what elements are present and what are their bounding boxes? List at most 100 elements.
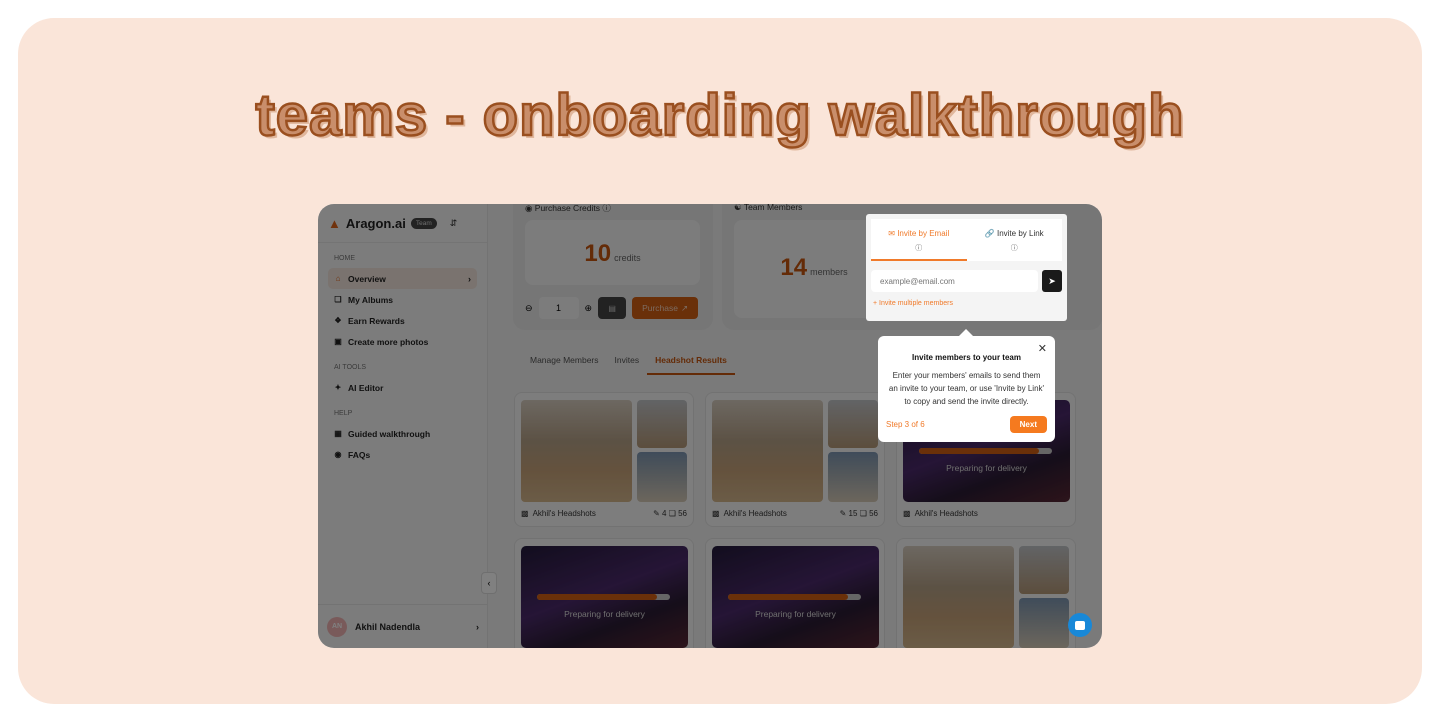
album-icon: ▩ [521,509,529,518]
tab-manage-members[interactable]: Manage Members [522,352,607,375]
info-icon: ⓘ [1010,245,1018,252]
sidebar-section-label: HOME [334,255,355,262]
headshot-photo[interactable] [903,546,1014,648]
sidebar-item-ai-editor[interactable]: ✦ AI Editor [328,377,477,398]
progress-bar [728,594,861,600]
album-icon: ▩ [903,509,911,518]
invite-multiple-members-link[interactable]: + Invite multiple members [871,300,1062,307]
headshot-photo[interactable] [828,452,878,502]
team-badge: Team [410,217,437,229]
purchase-label-text: Purchase Credits [534,204,600,213]
album-name: Akhil's Headshots [532,509,596,518]
photo-count: 56 [869,509,878,518]
edit-count: 15 [848,509,858,518]
info-icon: ⓘ [602,204,611,213]
sidebar-item-guided-walkthrough[interactable]: ▦ Guided walkthrough [328,423,477,444]
status-text: Preparing for delivery [946,463,1027,473]
sidebar-item-label: Create more photos [348,336,429,347]
sidebar-item-label: FAQs [348,449,371,460]
users-icon: ☯ [734,204,744,212]
credits-count: 10 [584,240,612,267]
purchase-credits-label: ◉ Purchase Credits ⓘ [525,204,611,214]
headshot-photo[interactable] [637,452,687,502]
pending-preview: Preparing for delivery [712,546,879,648]
headshot-photo[interactable] [1019,546,1069,594]
credits-unit: credits [614,253,641,263]
sidebar: ▲ Aragon.ai Team ⇵ HOME ⌂ Overview › ❏ My Alb… [318,204,488,648]
minus-icon[interactable]: ⊖ [525,303,533,314]
sidebar-item-faqs[interactable]: ◉ FAQs [328,444,477,465]
members-unit: members [810,267,848,277]
send-invite-button[interactable]: ➤ [1042,270,1062,292]
edit-count: 4 [662,509,667,518]
progress-bar [919,448,1052,454]
team-members-label: ☯ Team Members [734,204,802,213]
plus-icon[interactable]: ⊕ [585,303,593,314]
page-title: teams - onboarding walkthrough [254,82,1185,150]
chevron-right-icon: › [468,273,471,284]
purchase-button[interactable]: Purchase ↗ [632,297,699,319]
progress-bar [537,594,670,600]
flame-icon: ▲ [328,215,341,231]
sidebar-item-label: AI Editor [348,382,384,393]
email-input[interactable] [871,270,1038,292]
sidebar-item-overview[interactable]: ⌂ Overview › [328,268,477,289]
headshot-photo[interactable] [637,400,687,448]
external-link-icon: ↗ [680,302,689,313]
switch-chevron-icon[interactable]: ⇵ [450,218,458,229]
brand[interactable]: ▲ Aragon.ai Team ⇵ [318,204,487,243]
info-icon: ⓘ [915,245,923,252]
walkthrough-tooltip: ✕ Invite members to your team Enter your… [878,329,1055,442]
headshot-photo[interactable] [712,400,823,502]
avatar: AN [327,616,347,637]
sidebar-item-my-albums[interactable]: ❏ My Albums [328,289,477,310]
sidebar-item-label: Earn Rewards [348,315,405,326]
next-button[interactable]: Next [1009,416,1047,433]
step-indicator: Step 3 of 6 [886,420,925,429]
tooltip-title: Invite members to your team [912,353,1021,362]
photos-icon: ❏ [859,509,867,518]
collapse-sidebar-button[interactable]: ‹ [481,572,497,594]
home-icon: ⌂ [335,274,341,283]
card-payment-button[interactable]: ▤ [598,297,627,319]
tab-invites[interactable]: Invites [607,352,648,375]
sidebar-item-earn-rewards[interactable]: ❖ Earn Rewards [328,310,477,331]
credits-display: 10 credits [525,220,700,285]
pending-preview: Preparing for delivery [521,546,688,648]
plus-square-icon: ▣ [334,337,342,346]
members-count: 14 [780,254,808,281]
gift-icon: ❖ [334,316,342,325]
tab-headshot-results[interactable]: Headshot Results [647,352,735,375]
user-menu[interactable]: AN Akhil Nadendla › [318,604,488,648]
headshot-result-card[interactable]: ▩ Akhil's Headshots ✎ 15 ❏ 56 [705,392,885,527]
chevron-right-icon: › [476,621,479,632]
tab-invite-by-email[interactable]: ✉ Invite by Email ⓘ [871,219,967,261]
headshot-result-card[interactable]: Preparing for delivery [705,538,885,648]
photos-icon: ❏ [668,509,676,518]
close-icon[interactable]: ✕ [1038,342,1047,355]
headshot-result-card[interactable]: ▩ Akhil's Headshots ✎ 4 ❏ 56 [514,392,694,527]
user-name: Akhil Nadendla [355,621,421,632]
album-name: Akhil's Headshots [914,509,978,518]
headshot-result-card[interactable] [896,538,1076,648]
tab-email-label: Invite by Email [897,229,950,238]
headshot-photo[interactable] [521,400,632,502]
chat-support-button[interactable] [1068,613,1092,637]
edit-icon: ✎ [653,509,660,518]
stats: ✎ 4 ❏ 56 [653,509,687,518]
send-icon: ➤ [1048,275,1056,286]
headshot-result-card[interactable]: Preparing for delivery [514,538,694,648]
chat-icon [1075,620,1085,630]
brand-name: Aragon.ai [345,215,406,231]
quantity-input[interactable]: 1 [538,297,579,319]
sidebar-section-label: HELP [334,410,353,417]
help-icon: ◉ [334,450,342,459]
albums-icon: ❏ [334,295,342,304]
sidebar-item-create-more-photos[interactable]: ▣ Create more photos [328,331,477,352]
stats: ✎ 15 ❏ 56 [840,509,878,518]
headshot-photo[interactable] [828,400,878,448]
headshot-photo[interactable] [1019,598,1069,648]
tab-invite-by-link[interactable]: 🔗 Invite by Link ⓘ [967,219,1063,261]
invite-popover: ✉ Invite by Email ⓘ 🔗 Invite by Link ⓘ ➤ +… [866,214,1067,321]
tooltip-body: Enter your members' emails to send them … [888,371,1045,406]
